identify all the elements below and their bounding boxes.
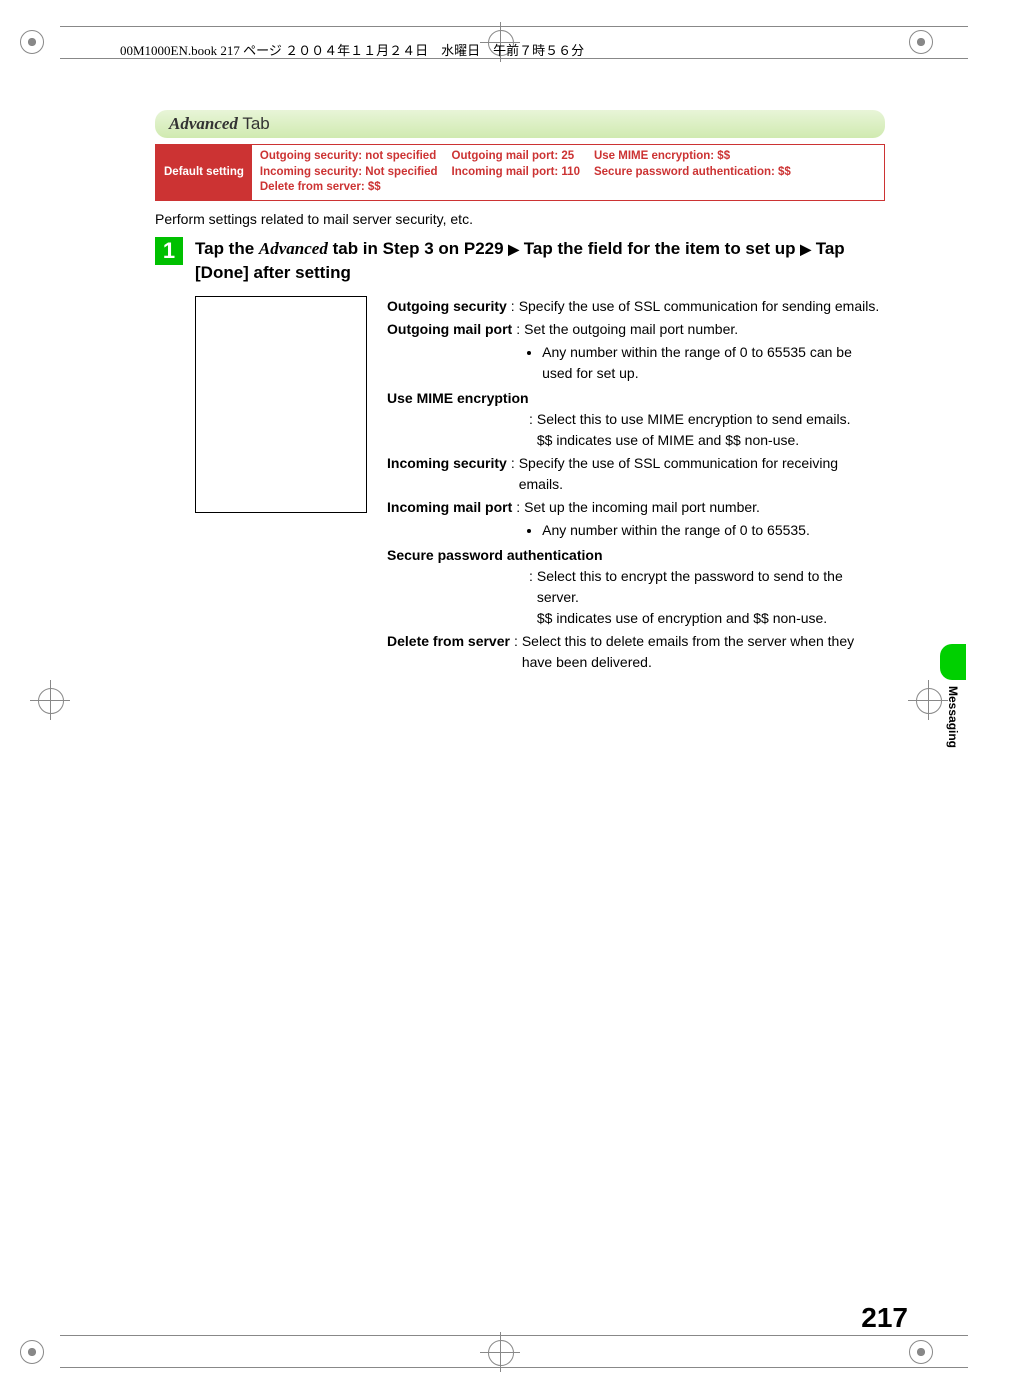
def-note: $$ indicates use of MIME and $$ non-use. [537, 432, 799, 448]
print-header-text: 00M1000EN.book 217 ページ ２００４年１１月２４日 水曜日 午… [120, 40, 584, 59]
default-item: Outgoing security: not specified [260, 149, 438, 165]
section-header: Advanced Tab [155, 110, 885, 138]
colon: : [507, 453, 519, 495]
intro-text: Perform settings related to mail server … [155, 211, 885, 227]
def-desc: Set the outgoing mail port number. Any n… [524, 319, 885, 386]
colon: : [510, 631, 522, 673]
def-term: Secure password authentication [387, 547, 603, 563]
default-item: Incoming security: Not specified [260, 165, 438, 181]
colon: : [512, 319, 524, 386]
step-text-part: Tap the [195, 239, 259, 258]
default-item: Delete from server: $$ [260, 180, 438, 196]
page-number: 217 [861, 1302, 908, 1334]
def-desc: Specify the use of SSL communication for… [519, 453, 885, 495]
def-desc: Specify the use of SSL communication for… [519, 296, 885, 317]
def-term: Outgoing mail port [387, 319, 512, 386]
side-tab-color [940, 644, 966, 680]
section-title-italic: Advanced [169, 114, 238, 133]
def-note: $$ indicates use of encryption and $$ no… [537, 610, 827, 626]
screenshot-placeholder [195, 296, 367, 513]
side-tab-label: Messaging [946, 686, 960, 748]
side-tab: Messaging [940, 644, 966, 748]
definition-list: Outgoing security : Specify the use of S… [387, 296, 885, 675]
def-bullet: Any number within the range of 0 to 6553… [542, 520, 885, 541]
step-text-part: tab in Step 3 on P229 [328, 239, 508, 258]
step-text-italic: Advanced [259, 239, 328, 258]
def-desc: Select this to use MIME encryption to se… [537, 409, 885, 451]
default-setting-label: Default setting [156, 145, 252, 200]
default-item: Use MIME encryption: $$ [594, 149, 791, 165]
page-content: Advanced Tab Default setting Outgoing se… [155, 110, 885, 675]
def-desc-text: Set up the incoming mail port number. [524, 499, 760, 515]
step-text-part: Tap the field for the item to set up [519, 239, 800, 258]
step-instruction: Tap the Advanced tab in Step 3 on P229 ▶… [195, 237, 885, 286]
def-desc-text: Set the outgoing mail port number. [524, 321, 738, 337]
default-item: Secure password authentication: $$ [594, 165, 791, 181]
def-desc-text: Select this to use MIME encryption to se… [537, 411, 851, 427]
def-term: Incoming security [387, 453, 507, 495]
crop-corner-icon [20, 1340, 44, 1364]
arrow-icon: ▶ [800, 241, 811, 257]
def-bullet: Any number within the range of 0 to 6553… [542, 342, 885, 384]
def-term: Use MIME encryption [387, 390, 529, 406]
colon: : [512, 497, 524, 543]
colon: : [525, 409, 537, 451]
colon: : [507, 296, 519, 317]
crop-corner-icon [20, 30, 44, 54]
def-desc: Select this to delete emails from the se… [522, 631, 885, 673]
default-item: Outgoing mail port: 25 [452, 149, 580, 165]
colon: : [525, 566, 537, 629]
def-term: Delete from server [387, 631, 510, 673]
registration-mark-icon [480, 1332, 520, 1372]
def-term: Incoming mail port [387, 497, 512, 543]
def-desc: Select this to encrypt the password to s… [537, 566, 885, 629]
def-term: Outgoing security [387, 296, 507, 317]
step-row: 1 Tap the Advanced tab in Step 3 on P229… [155, 237, 885, 286]
step-number-badge: 1 [155, 237, 183, 265]
default-item: Incoming mail port: 110 [452, 165, 580, 181]
def-desc-text: Select this to encrypt the password to s… [537, 568, 843, 605]
default-setting-box: Default setting Outgoing security: not s… [155, 144, 885, 201]
arrow-icon: ▶ [508, 241, 519, 257]
section-title-plain: Tab [238, 114, 270, 133]
crop-corner-icon [909, 1340, 933, 1364]
registration-mark-icon [30, 680, 70, 720]
def-desc: Set up the incoming mail port number. An… [524, 497, 885, 543]
crop-corner-icon [909, 30, 933, 54]
